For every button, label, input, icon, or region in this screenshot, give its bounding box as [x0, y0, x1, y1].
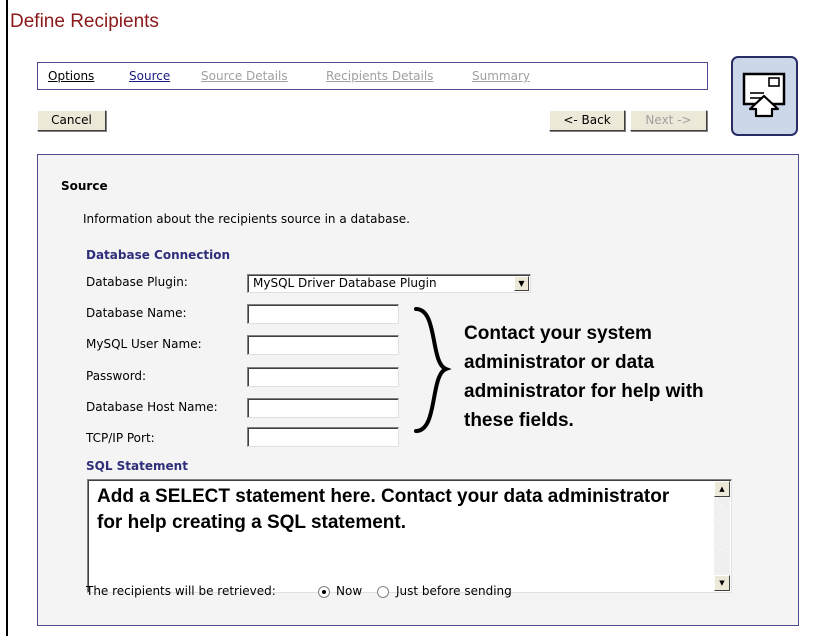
source-panel: Source Information about the recipients … [37, 154, 799, 626]
envelope-upload-icon [731, 56, 798, 136]
tab-recipients-details: Recipients Details [326, 69, 434, 83]
mysql-user-name-field[interactable] [247, 335, 399, 355]
help-callout: Contact your system administrator or dat… [464, 323, 704, 431]
database-plugin-value: MySQL Driver Database Plugin [253, 276, 437, 290]
tab-summary: Summary [472, 69, 530, 83]
password-label: Password: [86, 369, 147, 383]
database-host-name-label: Database Host Name: [86, 400, 218, 414]
tcp-ip-port-label: TCP/IP Port: [86, 431, 155, 445]
section-title: Source [61, 179, 108, 193]
retrieve-now-radio[interactable] [318, 586, 330, 598]
sql-statement-text: Add a SELECT statement here. Contact you… [97, 486, 670, 533]
tab-options[interactable]: Options [48, 69, 94, 83]
cancel-button[interactable]: Cancel [37, 110, 106, 131]
database-plugin-label: Database Plugin: [86, 275, 188, 289]
wizard-tab-bar: Options Source Source Details Recipients… [37, 62, 708, 90]
tab-source-details: Source Details [201, 69, 288, 83]
retrieval-label: The recipients will be retrieved: [86, 584, 276, 598]
password-field[interactable] [247, 367, 399, 387]
sql-statement-heading: SQL Statement [86, 459, 188, 473]
database-name-field[interactable] [247, 304, 399, 324]
chevron-down-icon[interactable]: ▼ [514, 276, 529, 291]
retrieve-before-sending-label: Just before sending [396, 584, 512, 598]
page-title: Define Recipients [10, 11, 159, 32]
sql-statement-textarea[interactable]: Add a SELECT statement here. Contact you… [87, 479, 732, 593]
tab-source[interactable]: Source [129, 69, 170, 83]
mysql-user-name-label: MySQL User Name: [86, 337, 202, 351]
window-left-border [6, 0, 8, 636]
retrieve-now-label: Now [336, 584, 363, 598]
database-name-label: Database Name: [86, 306, 187, 320]
scroll-down-icon[interactable]: ▼ [714, 575, 730, 591]
back-button[interactable]: <- Back [549, 110, 625, 131]
tcp-ip-port-field[interactable] [247, 427, 399, 447]
database-host-name-field[interactable] [247, 398, 399, 418]
next-button: Next -> [630, 110, 707, 131]
database-connection-heading: Database Connection [86, 248, 231, 262]
retrieve-before-sending-radio[interactable] [377, 586, 389, 598]
curly-brace-icon [414, 307, 452, 433]
sql-scrollbar[interactable]: ▲ ▼ [714, 481, 730, 591]
section-description: Information about the recipients source … [83, 212, 410, 226]
database-plugin-select[interactable]: MySQL Driver Database Plugin ▼ [247, 274, 531, 293]
scroll-up-icon[interactable]: ▲ [714, 481, 730, 497]
